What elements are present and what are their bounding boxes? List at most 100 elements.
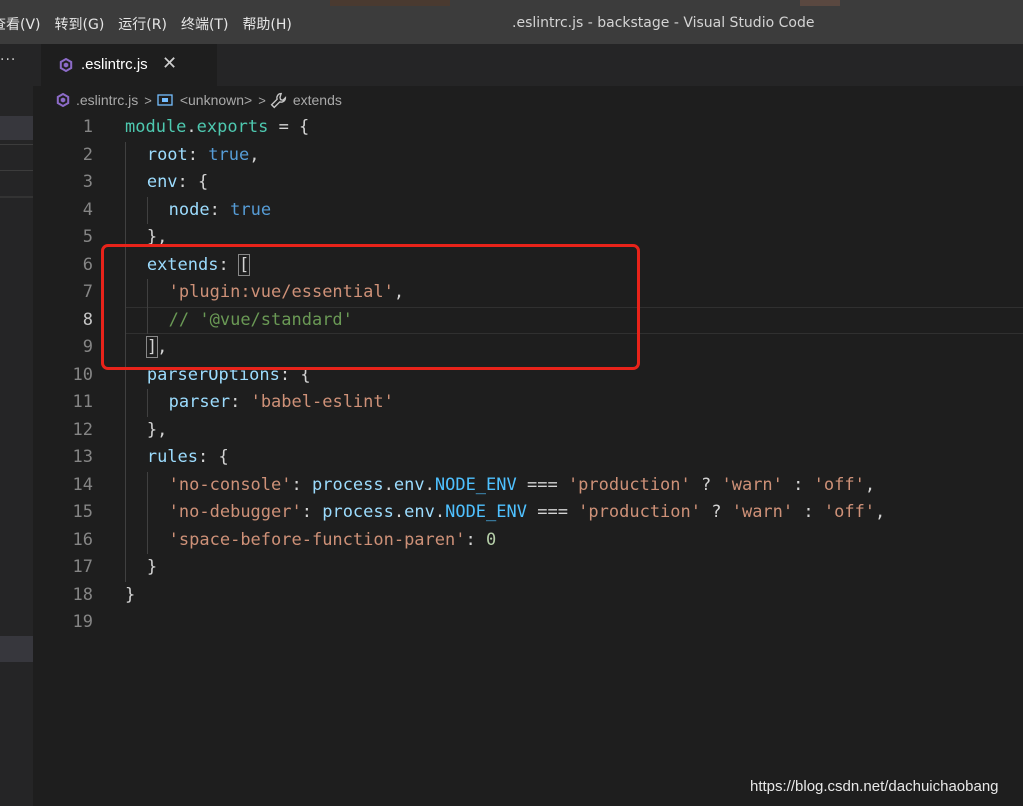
red-annotation-box	[101, 244, 640, 370]
code-token: node	[168, 199, 210, 220]
code-token: parser	[168, 392, 231, 412]
sidebar: ···	[0, 44, 33, 806]
breadcrumb-unknown[interactable]: <unknown>	[180, 92, 252, 108]
indent-guide	[125, 169, 126, 197]
line-number: 1	[82, 117, 93, 137]
sidebar-row[interactable]	[0, 636, 33, 662]
indent-guide	[146, 389, 148, 417]
tab-label: .eslintrc.js	[81, 56, 148, 73]
code-line[interactable]: 4 node: true	[33, 196, 1023, 224]
close-icon[interactable]: ✕	[162, 53, 177, 74]
code-token: env	[146, 172, 178, 192]
code-token: ?	[701, 502, 732, 522]
breadcrumb-file[interactable]: .eslintrc.js	[76, 92, 138, 108]
eslint-file-icon	[59, 58, 73, 72]
code-line[interactable]: 3 env: {	[33, 169, 1023, 197]
code-token: true	[208, 144, 250, 165]
menu-item[interactable]: 运行(R)	[118, 14, 167, 34]
indent-guide	[146, 499, 148, 527]
code-token: env	[393, 474, 425, 495]
line-number: 12	[72, 419, 93, 440]
code-text: module.exports = {	[125, 114, 309, 141]
background-photo-strip	[800, 0, 840, 6]
code-token: 0	[485, 529, 497, 550]
code-token: rules	[146, 447, 199, 467]
code-token: module	[125, 117, 187, 137]
code-token: ===	[516, 474, 568, 495]
watermark: https://blog.csdn.net/dachuichaobang	[750, 778, 999, 795]
tab-eslintrc[interactable]: .eslintrc.js ✕	[41, 44, 217, 86]
line-number: 9	[82, 337, 93, 357]
sidebar-row[interactable]	[0, 116, 33, 140]
menu-item[interactable]: 查看(V)	[0, 14, 41, 34]
line-number: 4	[82, 199, 93, 220]
indent-guide	[125, 471, 126, 499]
code-text: }	[147, 554, 157, 581]
menu-bar: 查看(V) 转到(G) 运行(R) 终端(T) 帮助(H)	[0, 14, 292, 34]
line-number: 6	[82, 254, 93, 275]
code-line[interactable]: 11 parser: 'babel-eslint'	[33, 389, 1023, 417]
code-token: :	[782, 474, 814, 495]
code-line[interactable]: 16 'space-before-function-paren': 0	[33, 526, 1023, 554]
breadcrumb-symbol[interactable]: extends	[293, 92, 342, 108]
code-token: = {	[268, 117, 310, 137]
code-line[interactable]: 19	[33, 609, 1023, 636]
code-text: },	[147, 417, 167, 444]
code-token: ,	[875, 502, 886, 522]
code-token: }	[125, 584, 136, 605]
code-line[interactable]: 15'no-debugger': process.env.NODE_ENV ==…	[33, 499, 1023, 527]
variable-symbol-icon	[157, 94, 173, 106]
indent-guide	[125, 554, 126, 582]
code-token: .	[186, 117, 197, 137]
code-token: :	[793, 502, 824, 522]
menu-item[interactable]: 帮助(H)	[242, 14, 291, 34]
code-token: :	[291, 474, 312, 495]
code-token: ?	[690, 474, 722, 495]
code-token: root	[146, 144, 188, 165]
code-token: exports	[196, 117, 269, 137]
code-line[interactable]: 13 rules: {	[33, 444, 1023, 472]
code-line[interactable]: 14'no-console': process.env.NODE_ENV ===…	[33, 471, 1023, 499]
code-line[interactable]: 2 root: true,	[33, 141, 1023, 169]
line-number: 17	[72, 557, 93, 577]
code-token: 'off'	[823, 502, 876, 522]
indent-guide	[125, 389, 126, 417]
more-actions-icon[interactable]: ···	[0, 52, 16, 68]
indent-guide	[125, 444, 126, 472]
code-token: : {	[177, 172, 209, 192]
code-text: parser: 'babel-eslint'	[169, 389, 394, 416]
code-token: :	[187, 144, 209, 165]
code-text: 'no-console': process.env.NODE_ENV === '…	[169, 472, 875, 499]
line-number: 19	[72, 612, 93, 632]
code-token: .	[393, 502, 405, 522]
line-number: 8	[82, 309, 93, 330]
code-text: rules: {	[147, 444, 229, 471]
line-number: 16	[72, 529, 93, 550]
eslint-file-icon	[56, 93, 70, 107]
code-token: 'space-before-function-paren'	[168, 529, 466, 550]
tab-strip: .eslintrc.js ✕	[33, 44, 1023, 86]
code-line[interactable]: 1 module.exports = {	[33, 114, 1023, 141]
code-token: NODE_ENV	[445, 502, 527, 522]
code-line[interactable]: 18}	[33, 582, 1023, 609]
code-token: NODE_ENV	[434, 474, 517, 495]
code-token: 'warn'	[721, 474, 783, 495]
code-token: .	[434, 502, 446, 522]
code-token: process	[311, 474, 384, 495]
menu-item[interactable]: 终端(T)	[181, 14, 228, 34]
code-editor[interactable]: 1 module.exports = {2 root: true, 3 env: {4 n…	[33, 114, 1023, 806]
indent-guide	[146, 196, 148, 224]
window-title: .eslintrc.js - backstage - Visual Studio…	[512, 15, 815, 31]
code-token: ,	[249, 144, 260, 165]
indent-guide	[125, 141, 126, 169]
breadcrumb: .eslintrc.js > <unknown> > extends	[56, 89, 342, 111]
code-token: 'no-console'	[168, 474, 292, 495]
code-line[interactable]: 12},	[33, 416, 1023, 444]
wrench-icon	[270, 92, 286, 108]
menu-item[interactable]: 转到(G)	[55, 14, 105, 34]
line-number: 18	[72, 584, 93, 605]
code-text: 'space-before-function-paren': 0	[169, 527, 497, 554]
line-number: 11	[72, 392, 93, 412]
code-token: 'production'	[578, 502, 701, 522]
code-line[interactable]: 17}	[33, 554, 1023, 582]
